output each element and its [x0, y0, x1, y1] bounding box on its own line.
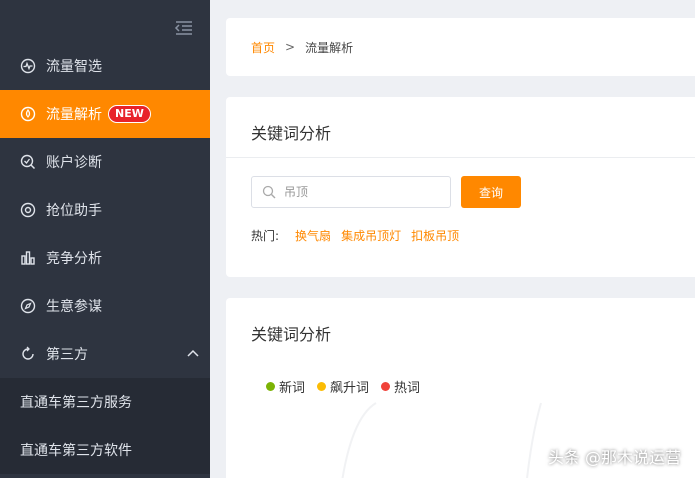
sidebar-subitem-label: 直通车第三方软件 [20, 443, 132, 459]
sidebar-subitem-third-party-service[interactable]: 直通车第三方服务 [0, 378, 210, 426]
bar-chart-icon [20, 250, 36, 266]
sidebar-item-label: 流量智选 [46, 59, 102, 75]
sidebar-item-third-party[interactable]: 第三方 [0, 330, 210, 378]
sidebar-subitem-label: 直通车第三方服务 [20, 395, 132, 411]
sidebar-subitem-third-party-software[interactable]: 直通车第三方软件 [0, 426, 210, 474]
breadcrumb-current: 流量解析 [305, 40, 354, 55]
watermark: 头条 @那木说运营 [547, 448, 681, 467]
query-button[interactable]: 查询 [461, 176, 521, 208]
target-icon [20, 202, 36, 218]
sidebar-item-account-diagnosis[interactable]: 账户诊断 [0, 138, 210, 186]
sidebar-item-competition-analysis[interactable]: 竞争分析 [0, 234, 210, 282]
compass-icon [20, 298, 36, 314]
divider [226, 157, 695, 158]
pulse-icon [20, 58, 36, 74]
sidebar-item-bid-assistant[interactable]: 抢位助手 [0, 186, 210, 234]
diagnosis-icon [20, 154, 36, 170]
droplet-icon [20, 106, 36, 122]
sidebar-item-label: 抢位助手 [46, 203, 102, 219]
panel-title: 关键词分析 [251, 124, 332, 143]
chevron-up-icon[interactable] [186, 346, 200, 364]
sidebar-item-business-advisor[interactable]: 生意参谋 [0, 282, 210, 330]
breadcrumb-home-link[interactable]: 首页 [251, 39, 275, 56]
sidebar-item-label: 流量解析 [46, 107, 102, 123]
refresh-icon [20, 346, 36, 362]
breadcrumb-separator: > [285, 40, 296, 54]
hot-tag[interactable]: 换气扇 [295, 227, 331, 244]
search-field[interactable] [251, 176, 451, 208]
hot-keywords: 热门: 换气扇 集成吊顶灯 扣板吊顶 [251, 227, 459, 244]
breadcrumb: 首页 > 流量解析 [226, 18, 695, 76]
hot-label: 热门: [251, 229, 280, 243]
search-icon [262, 185, 276, 199]
sidebar-item-label: 第三方 [46, 347, 88, 363]
sidebar-item-label: 账户诊断 [46, 155, 102, 171]
sidebar-item-label: 生意参谋 [46, 299, 102, 315]
search-input[interactable] [284, 185, 434, 199]
new-badge: NEW [108, 105, 151, 123]
sidebar: 流量智选 流量解析 NEW 账户诊断 抢位助手 竞争分析 生意参谋 第三方 直通… [0, 0, 210, 478]
sidebar-item-label: 竞争分析 [46, 251, 102, 267]
hot-tag[interactable]: 集成吊顶灯 [341, 227, 401, 244]
menu-collapse-icon[interactable] [174, 18, 194, 38]
hot-tag[interactable]: 扣板吊顶 [411, 227, 459, 244]
sidebar-item-traffic-select[interactable]: 流量智选 [0, 42, 210, 90]
keyword-search-panel: 关键词分析 查询 热门: 换气扇 集成吊顶灯 扣板吊顶 [226, 97, 695, 277]
sidebar-item-traffic-analysis[interactable]: 流量解析 NEW [0, 90, 210, 138]
